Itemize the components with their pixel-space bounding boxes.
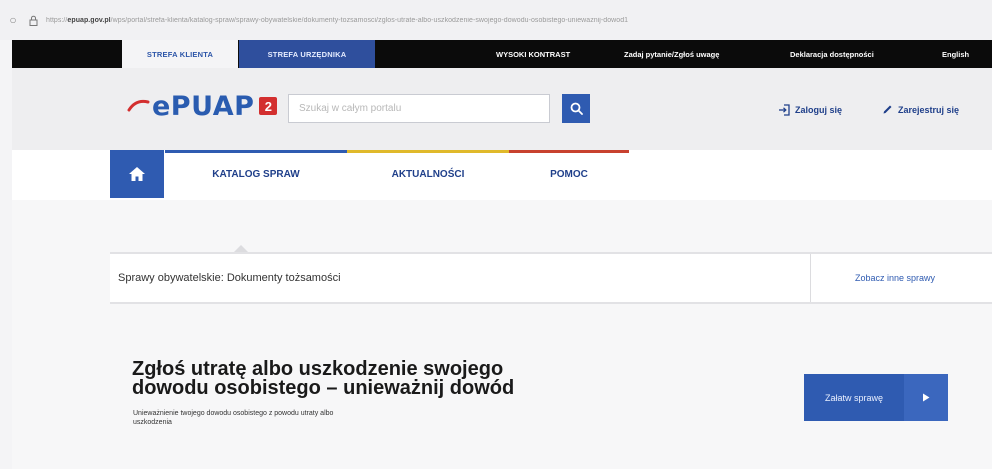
pencil-icon: [882, 104, 893, 115]
divider: [110, 302, 992, 304]
top-bar: STREFA KLIENTA STREFA URZĘDNIKA WYSOKI K…: [12, 40, 992, 68]
site-header: ePUAP 2 Zaloguj się Zarejestruj się: [12, 68, 992, 150]
register-label: Zarejestruj się: [898, 104, 960, 115]
logo-swoosh-icon: [126, 97, 150, 115]
logo-text: ePUAP: [152, 90, 255, 122]
start-service-label: Załatw sprawę: [824, 392, 884, 403]
tab-strefa-klienta[interactable]: STREFA KLIENTA: [122, 40, 238, 68]
play-arrow-icon: [904, 374, 948, 421]
ask-question-link[interactable]: Zadaj pytanie/Zgłoś uwagę: [624, 40, 719, 68]
logo-number-badge: 2: [259, 97, 278, 115]
login-link[interactable]: Zaloguj się: [778, 104, 842, 116]
divider: [810, 254, 811, 302]
search-icon: [570, 102, 583, 115]
epuap-logo[interactable]: ePUAP 2: [126, 90, 278, 122]
nav-pomoc[interactable]: POMOC: [509, 150, 629, 198]
breadcrumb-caret-icon: [234, 245, 248, 252]
home-icon: [129, 167, 145, 181]
main-nav: KATALOG SPRAW AKTUALNOŚCI POMOC: [12, 150, 992, 200]
nav-katalog-spraw[interactable]: KATALOG SPRAW: [165, 150, 347, 198]
search-input[interactable]: [289, 95, 549, 122]
high-contrast-link[interactable]: WYSOKI KONTRAST: [496, 40, 570, 68]
breadcrumb-category: Sprawy obywatelskie: Dokumenty tożsamośc…: [118, 272, 341, 284]
main-content: Sprawy obywatelskie: Dokumenty tożsamośc…: [12, 200, 992, 469]
breadcrumb: Sprawy obywatelskie: Dokumenty tożsamośc…: [110, 254, 992, 302]
service-description-line: uszkodzenia: [133, 419, 172, 426]
service-description: Unieważnienie twojego dowodu osobistego …: [133, 409, 493, 427]
tab-strefa-urzednika[interactable]: STREFA URZĘDNIKA: [239, 40, 375, 68]
browser-url-bar[interactable]: ○ https://epuap.gov.pl/wps/portal/strefa…: [0, 0, 992, 40]
lock-icon: [26, 13, 40, 27]
nav-aktualnosci[interactable]: AKTUALNOŚCI: [347, 150, 509, 198]
search-button[interactable]: [562, 94, 590, 123]
service-title-line: dowodu osobistego – unieważnij dowód: [132, 377, 515, 399]
search-box: [288, 94, 550, 123]
service-description-line: Unieważnienie twojego dowodu osobistego …: [133, 410, 334, 417]
url-text: https://epuap.gov.pl/wps/portal/strefa-k…: [46, 16, 629, 24]
service-title: Zgłoś utratę albo uszkodzenie swojego do…: [132, 359, 552, 399]
other-services-link[interactable]: Zobacz inne sprawy: [855, 254, 935, 302]
accessibility-declaration-link[interactable]: Deklaracja dostępności: [790, 40, 874, 68]
start-service-button[interactable]: Załatw sprawę: [804, 374, 948, 421]
reload-icon[interactable]: ○: [6, 13, 20, 27]
home-button[interactable]: [110, 150, 164, 198]
login-label: Zaloguj się: [795, 105, 843, 115]
english-link[interactable]: English: [942, 40, 969, 68]
login-icon: [778, 104, 790, 116]
register-link[interactable]: Zarejestruj się: [882, 104, 959, 115]
